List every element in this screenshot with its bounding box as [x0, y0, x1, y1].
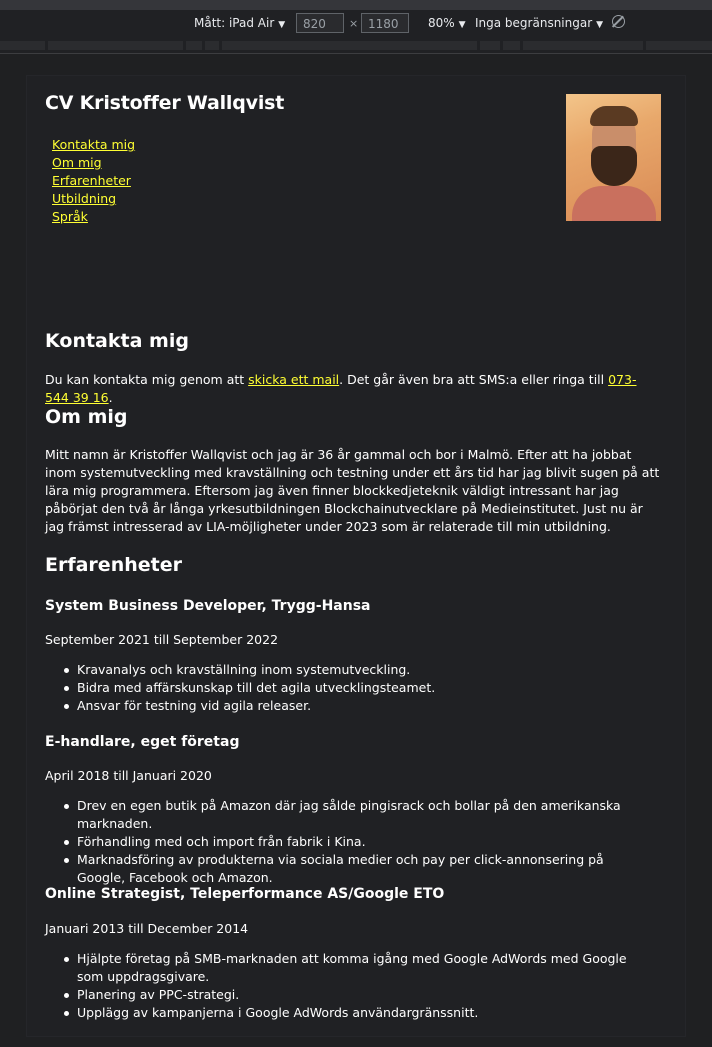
- device-viewport: CV Kristoffer Wallqvist Kontakta mig Om …: [0, 54, 712, 1047]
- job-duties: Drev en egen butik på Amazon där jag sål…: [45, 797, 645, 887]
- list-item: Marknadsföring av produkterna via social…: [45, 851, 645, 887]
- device-label: Mått: iPad Air: [194, 16, 275, 30]
- job-period: Januari 2013 till December 2014: [45, 921, 249, 936]
- experience-heading: Erfarenheter: [45, 554, 182, 576]
- caret-down-icon: ▼: [458, 20, 466, 30]
- job-duties: Kravanalys och kravställning inom system…: [45, 661, 645, 715]
- rotate-icon[interactable]: [612, 15, 625, 28]
- contact-text-after: .: [108, 390, 113, 405]
- zoom-dropdown[interactable]: 80% ▼: [428, 16, 466, 30]
- main-nav: Kontakta mig Om mig Erfarenheter Utbildn…: [52, 136, 135, 226]
- list-item: Hjälpte företag på SMB-marknaden att kom…: [45, 950, 645, 986]
- list-item: Förhandling med och import från fabrik i…: [45, 833, 645, 851]
- contact-heading: Kontakta mig: [45, 330, 189, 352]
- nav-link-om-mig[interactable]: Om mig: [52, 154, 135, 172]
- device-toolbar: Mått: iPad Air ▼ 820 × 1180 80% ▼ Inga beg…: [0, 10, 712, 39]
- times-sign: ×: [349, 17, 359, 30]
- job-period: September 2021 till September 2022: [45, 632, 279, 647]
- device-dropdown[interactable]: Mått: iPad Air ▼: [194, 16, 285, 30]
- throttle-dropdown[interactable]: Inga begränsningar ▼: [475, 16, 603, 30]
- nav-link-utbildning[interactable]: Utbildning: [52, 190, 135, 208]
- nav-link-sprak[interactable]: Språk: [52, 208, 135, 226]
- nav-link-erfarenheter[interactable]: Erfarenheter: [52, 172, 135, 190]
- nav-link-kontakta[interactable]: Kontakta mig: [52, 136, 135, 154]
- caret-down-icon: ▼: [278, 20, 286, 30]
- job-title: Online Strategist, Teleperformance AS/Go…: [45, 886, 445, 902]
- list-item: Kravanalys och kravställning inom system…: [45, 661, 645, 679]
- list-item: Planering av PPC-strategi.: [45, 986, 645, 1004]
- job-duties: Hjälpte företag på SMB-marknaden att kom…: [45, 950, 645, 1022]
- list-item: Upplägg av kampanjerna i Google AdWords …: [45, 1004, 645, 1022]
- about-text: Mitt namn är Kristoffer Wallqvist och ja…: [45, 447, 660, 534]
- profile-photo: [566, 94, 661, 221]
- job-title: System Business Developer, Trygg-Hansa: [45, 598, 371, 614]
- job-title: E-handlare, eget företag: [45, 734, 240, 750]
- about-heading: Om mig: [45, 406, 128, 428]
- contact-text-middle: . Det går även bra att SMS:a eller ringa…: [339, 372, 609, 387]
- width-input[interactable]: 820: [296, 13, 344, 33]
- list-item: Bidra med affärskunskap till det agila u…: [45, 679, 645, 697]
- media-query-ruler: [0, 38, 712, 54]
- contact-text-before: Du kan kontakta mig genom att: [45, 372, 249, 387]
- contact-text: Du kan kontakta mig genom att skicka ett…: [45, 371, 660, 407]
- throttle-label: Inga begränsningar: [475, 16, 593, 30]
- list-item: Drev en egen butik på Amazon där jag sål…: [45, 797, 645, 833]
- caret-down-icon: ▼: [596, 20, 604, 30]
- mail-link[interactable]: skicka ett mail: [248, 372, 339, 387]
- height-input[interactable]: 1180: [361, 13, 409, 33]
- job-period: April 2018 till Januari 2020: [45, 768, 212, 783]
- page-title: CV Kristoffer Wallqvist: [45, 92, 285, 114]
- zoom-label: 80%: [428, 16, 455, 30]
- cv-page: CV Kristoffer Wallqvist Kontakta mig Om …: [27, 76, 685, 1036]
- list-item: Ansvar för testning vid agila releaser.: [45, 697, 645, 715]
